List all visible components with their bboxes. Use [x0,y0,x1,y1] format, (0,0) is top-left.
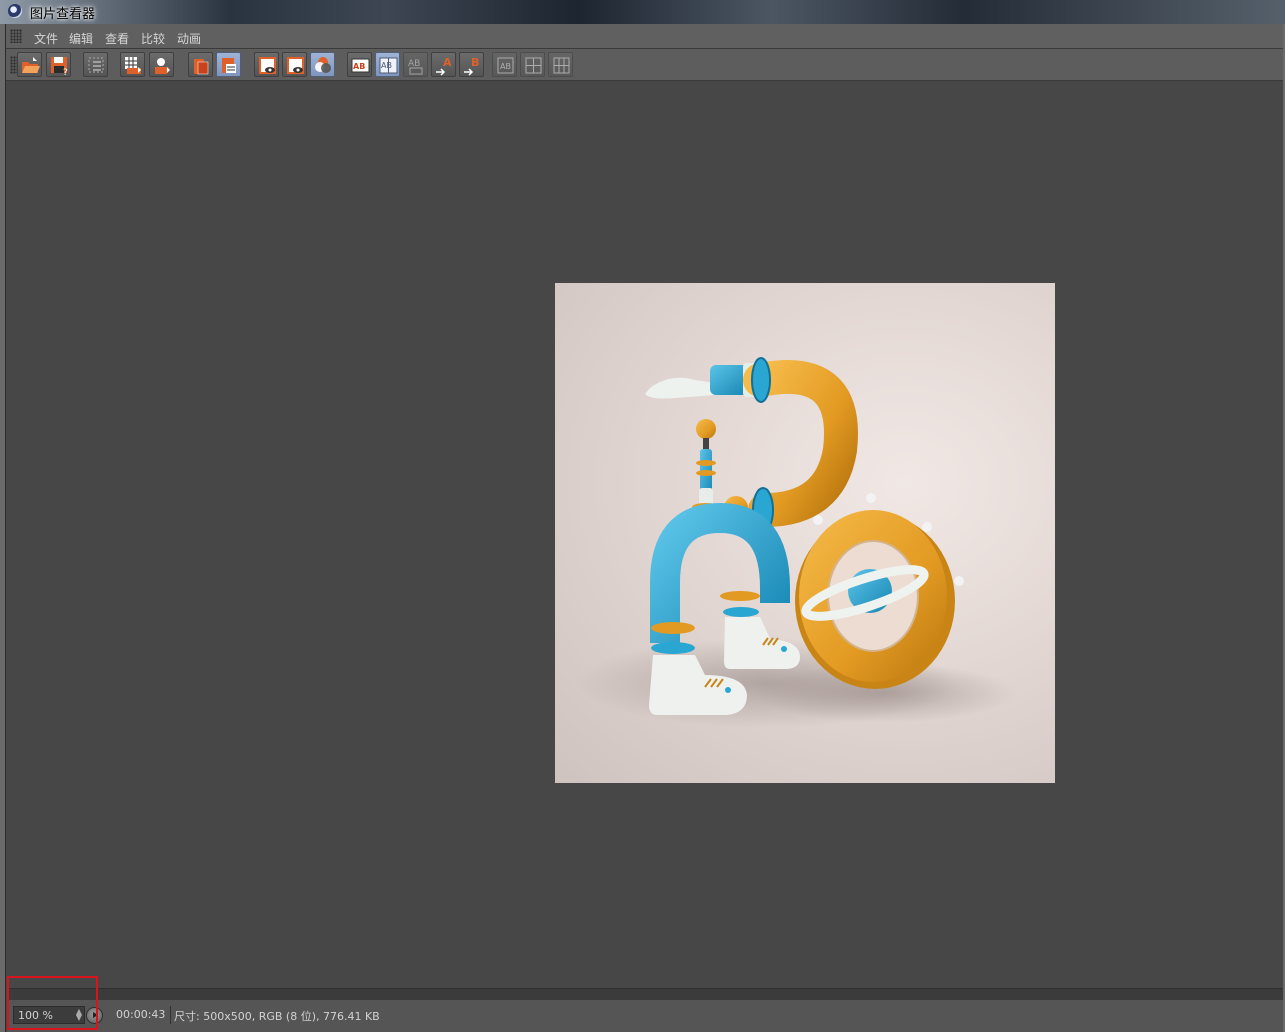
rendered-image [555,283,1055,783]
view-a-icon [259,57,276,74]
user-export-button[interactable] [149,52,174,77]
highlight-box [7,976,98,1030]
set-b-icon: B [464,56,479,76]
toolbar: ? AB AB AB A B AB [6,49,1283,81]
svg-text:AB: AB [500,62,511,71]
status-divider [170,1006,171,1024]
layout-one-button[interactable]: AB [492,52,517,77]
open-file-icon [22,57,40,73]
save-file-icon: ? [51,57,68,77]
image-info: 尺寸: 500x500, RGB (8 位), 776.41 KB [174,1010,380,1023]
copy-layer-icon [194,59,209,75]
menu-file[interactable]: 文件 [34,30,58,47]
window-title: 图片查看器 [30,7,96,22]
set-b-button[interactable]: B [459,52,484,77]
ab-swap-button[interactable]: AB [403,52,428,77]
open-file-button[interactable] [17,52,42,77]
view-b-icon [287,57,304,74]
save-file-button[interactable]: ? [46,52,71,77]
view-a-button[interactable] [254,52,279,77]
menu-view[interactable]: 查看 [105,30,129,47]
ab-compare-button[interactable]: AB [347,52,372,77]
channels-button[interactable] [310,52,335,77]
set-a-button[interactable]: A [431,52,456,77]
svg-text:AB: AB [353,62,365,71]
menu-compare[interactable]: 比较 [141,30,165,47]
app-logo-icon [8,4,22,18]
channels-icon [315,57,331,73]
ab-split-button[interactable]: AB [375,52,400,77]
copy-layer-button[interactable] [188,52,213,77]
set-a-icon: A [436,56,452,76]
title-bar: 图片查看器 [0,0,1285,24]
menu-grip-icon[interactable] [10,29,22,43]
menu-bar: 文件 编辑 查看 比较 动画 [6,24,1283,49]
layout-two-icon [525,57,542,74]
layout-four-icon [553,57,570,74]
svg-text:A: A [443,56,452,69]
ab-swap-icon: AB [408,59,423,75]
layout-two-button[interactable] [520,52,545,77]
user-export-icon [155,58,170,74]
view-b-button[interactable] [282,52,307,77]
layout-four-button[interactable] [548,52,573,77]
grid-export-icon [125,57,141,74]
layer-stack-button[interactable] [216,52,241,77]
filter-button[interactable] [83,52,108,77]
svg-text:?: ? [63,68,68,77]
menu-animation[interactable]: 动画 [177,30,201,47]
menu-edit[interactable]: 编辑 [69,30,93,47]
window-frame-left [0,24,6,1032]
filter-icon [88,57,104,73]
status-bar: 100 % ▲ ▼ 00:00:43 尺寸: 500x500, RGB (8 位)… [7,1000,1283,1032]
render-time: 00:00:43 [116,1008,166,1021]
svg-text:B: B [471,56,479,69]
render-3d-letters-picture [575,357,1015,728]
ab-split-icon: AB [379,57,398,74]
svg-text:AB: AB [381,61,392,70]
layout-one-icon: AB [497,57,514,74]
grid-export-button[interactable] [120,52,145,77]
layer-stack-icon [222,58,236,73]
ab-compare-icon: AB [351,58,370,73]
